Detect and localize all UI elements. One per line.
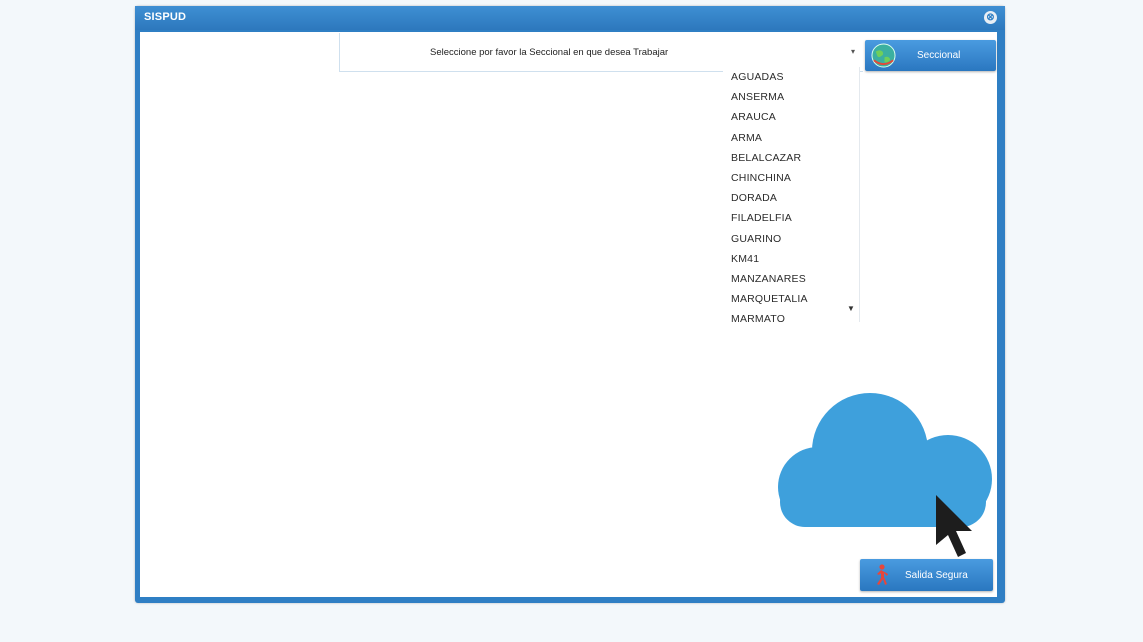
app-window: SISPUD ⊗ Seleccione por favor la Seccion… (135, 6, 1005, 603)
main-content: Seleccione por favor la Seccional en que… (140, 32, 997, 597)
dropdown-option[interactable]: CHINCHINA (723, 168, 859, 188)
title-bar: SISPUD ⊗ (135, 6, 1005, 30)
seccional-select-label: Seleccione por favor la Seccional en que… (430, 47, 669, 58)
globe-icon (871, 43, 896, 68)
window-title: SISPUD (144, 11, 187, 23)
dropdown-option[interactable]: MARMATO (723, 309, 859, 322)
seccional-button-label: Seccional (917, 50, 961, 61)
dropdown-option[interactable]: MARQUETALIA (723, 289, 859, 309)
dropdown-option[interactable]: MANZANARES (723, 269, 859, 289)
dropdown-option[interactable]: ARMA (723, 128, 859, 148)
scroll-down-icon[interactable]: ▼ (847, 304, 855, 313)
exit-person-icon (877, 564, 888, 585)
dropdown-option[interactable]: AGUADAS (723, 67, 859, 87)
seccional-select[interactable]: ▾ (725, 43, 861, 65)
dropdown-option[interactable]: KM41 (723, 249, 859, 269)
dropdown-option[interactable]: DORADA (723, 188, 859, 208)
seccional-button[interactable]: Seccional (865, 40, 996, 71)
seccional-dropdown-list[interactable]: AGUADAS ANSERMA ARAUCA ARMA BELALCAZAR C… (723, 67, 860, 322)
dropdown-option[interactable]: BELALCAZAR (723, 148, 859, 168)
dropdown-option[interactable]: GUARINO (723, 229, 859, 249)
salida-segura-label: Salida Segura (905, 570, 968, 581)
cloud-icon (778, 393, 992, 557)
dropdown-option[interactable]: FILADELFIA (723, 208, 859, 228)
dropdown-option[interactable]: ARAUCA (723, 107, 859, 127)
dropdown-option[interactable]: ANSERMA (723, 87, 859, 107)
chevron-down-icon[interactable]: ▾ (851, 47, 855, 56)
close-icon[interactable]: ⊗ (984, 11, 997, 24)
salida-segura-button[interactable]: Salida Segura (860, 559, 993, 591)
